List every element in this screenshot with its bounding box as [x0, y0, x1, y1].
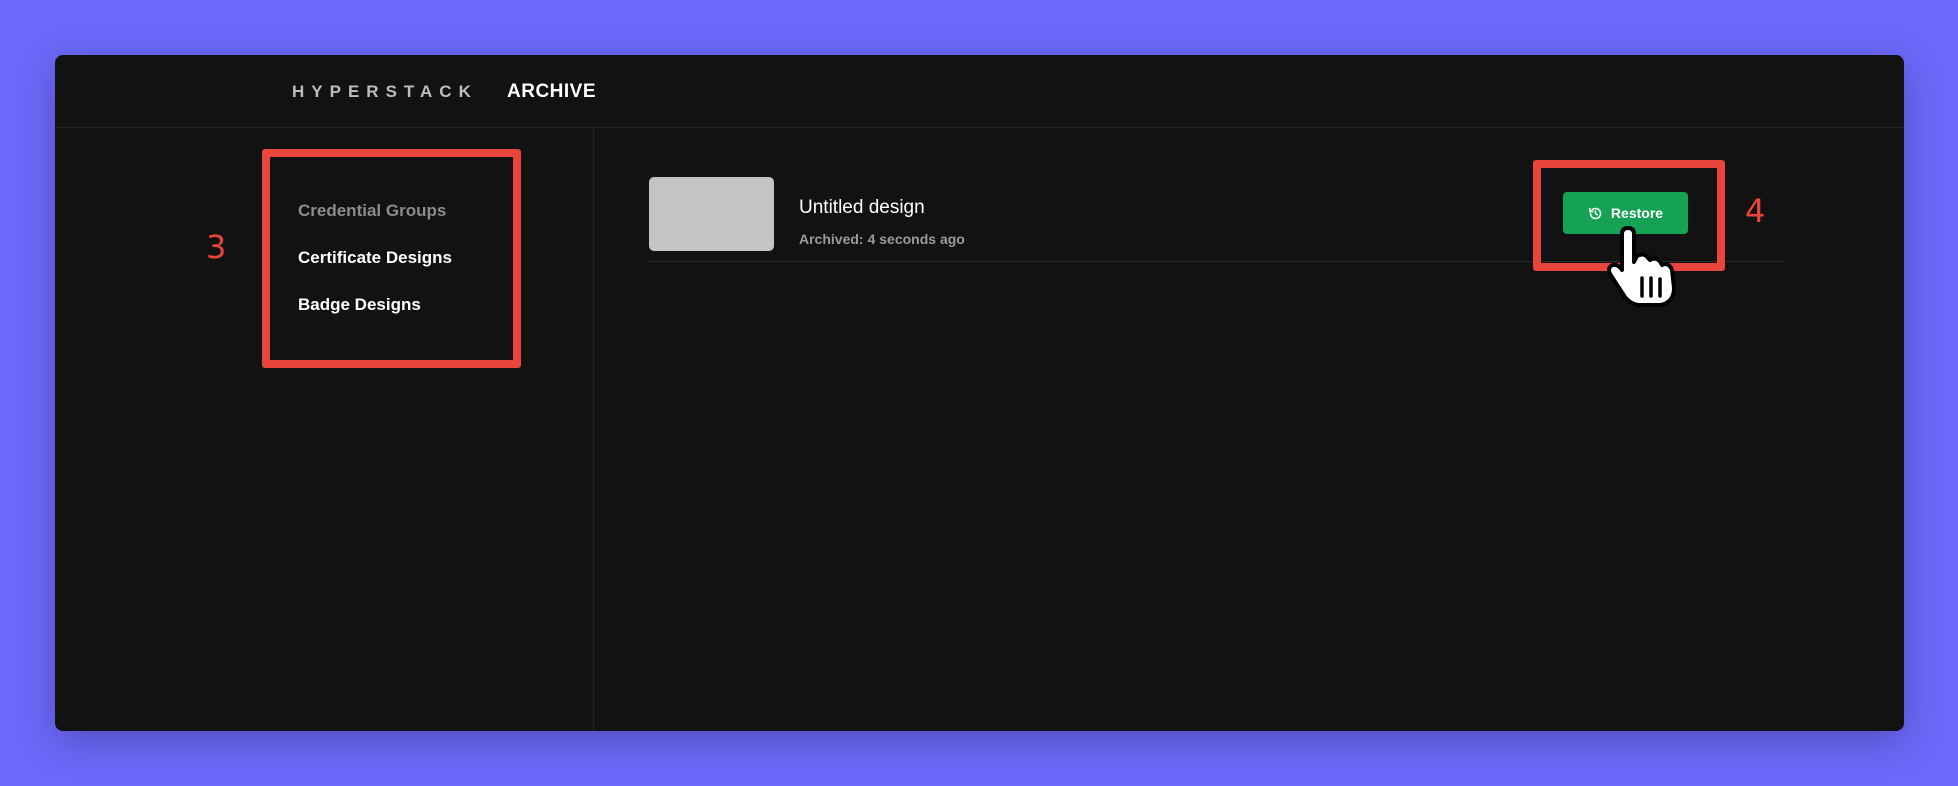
- sidebar: Credential Groups Certificate Designs Ba…: [55, 128, 594, 731]
- restore-button-label: Restore: [1610, 205, 1664, 221]
- sidebar-item-certificate-designs[interactable]: Certificate Designs: [298, 248, 452, 268]
- sidebar-item-badge-designs[interactable]: Badge Designs: [298, 295, 421, 315]
- top-bar: HYPERSTACK ARCHIVE: [55, 55, 1904, 128]
- design-thumbnail[interactable]: [649, 177, 774, 251]
- pointer-hand-icon: [1607, 226, 1676, 307]
- page-title: ARCHIVE: [507, 81, 597, 102]
- sidebar-item-credential-groups[interactable]: Credential Groups: [298, 201, 446, 221]
- design-name[interactable]: Untitled design: [799, 197, 925, 219]
- archive-window: HYPERSTACK ARCHIVE Credential Groups Cer…: [55, 55, 1904, 731]
- brand-logo[interactable]: HYPERSTACK: [292, 82, 478, 102]
- history-icon: [1589, 207, 1602, 219]
- archived-timestamp: Archived: 4 seconds ago: [799, 231, 969, 247]
- annotation-step-4: 4: [1745, 192, 1766, 230]
- annotation-step-3: 3: [206, 228, 227, 266]
- archived-time: 4 seconds ago: [867, 231, 965, 247]
- archived-label: Archived:: [799, 231, 864, 247]
